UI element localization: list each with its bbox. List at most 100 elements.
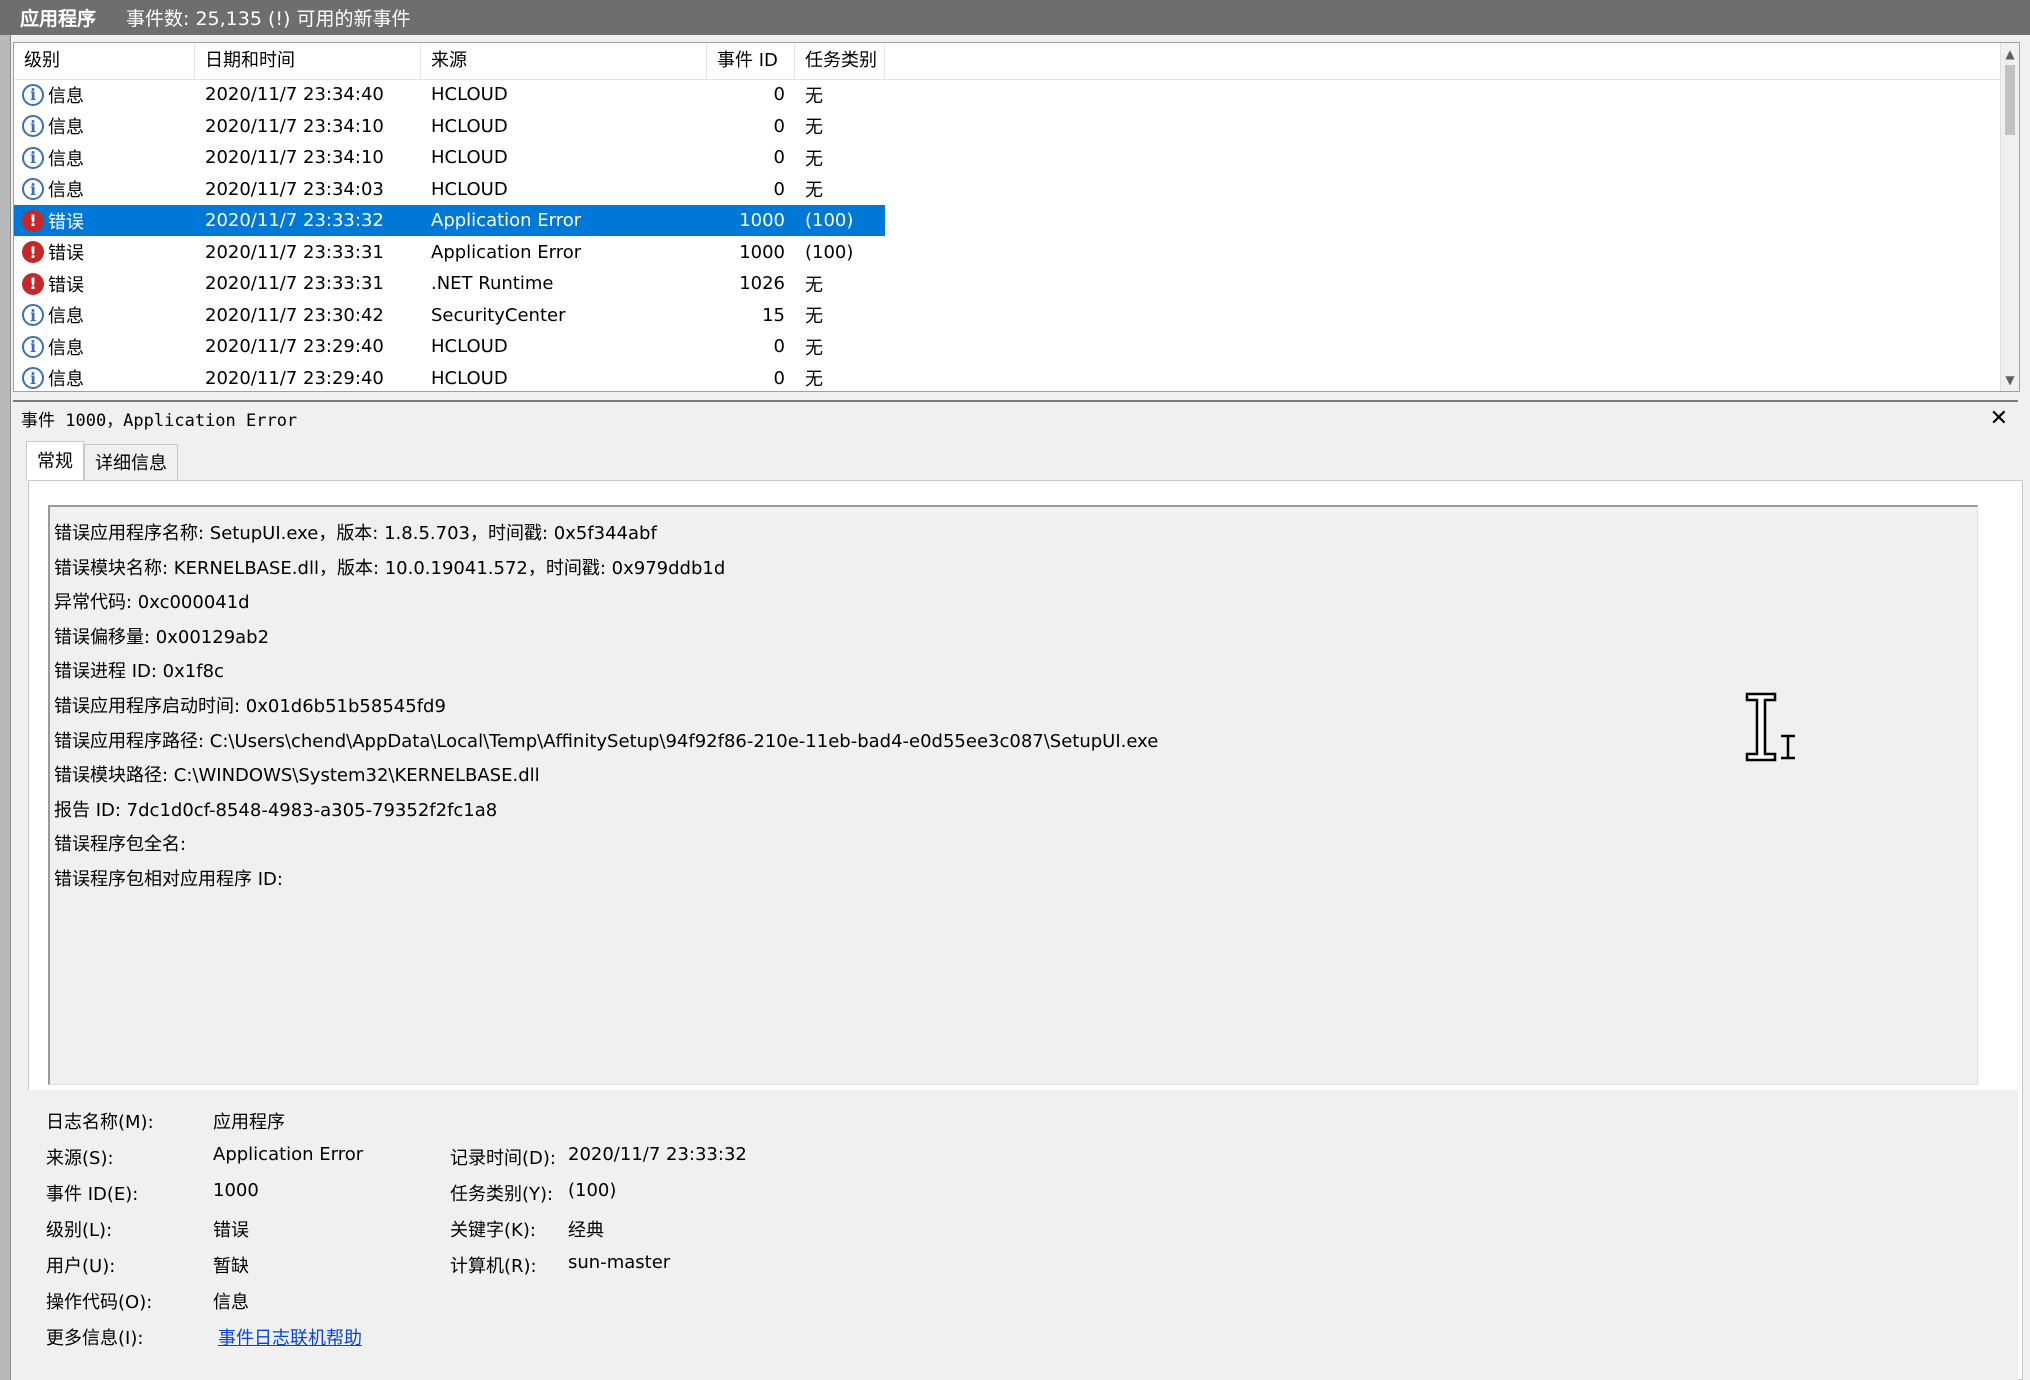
info-icon: i: [22, 178, 44, 200]
description-line: 错误应用程序名称: SetupUI.exe，版本: 1.8.5.703，时间戳:…: [54, 523, 657, 544]
cell-task-category: 无: [805, 306, 823, 327]
tab-general[interactable]: 常规: [26, 441, 84, 481]
table-row[interactable]: i 信息 2020/11/7 23:34:10 HCLOUD 0 无: [14, 142, 885, 173]
event-list-scrollbar[interactable]: ▲ ▼: [2000, 43, 2019, 391]
tab-details[interactable]: 详细信息: [84, 444, 178, 481]
event-properties: 日志名称(M): 应用程序 来源(S): Application Error 记…: [28, 1090, 2018, 1380]
level-text: 信息: [48, 337, 84, 359]
cell-source: HCLOUD: [431, 336, 508, 357]
description-line: 错误进程 ID: 0x1f8c: [54, 661, 224, 683]
opcode-label: 操作代码(O):: [46, 1292, 153, 1313]
level-text: 错误: [48, 211, 84, 233]
cell-task-category: 无: [805, 85, 823, 107]
cell-event-id: 0: [773, 336, 785, 357]
description-line: 报告 ID: 7dc1d0cf-8548-4983-a305-79352f2fc…: [54, 799, 498, 821]
cell-source: HCLOUD: [431, 367, 508, 389]
cell-level: ! 错误: [14, 271, 195, 297]
level-text: 错误: [48, 243, 84, 264]
cell-event-id: 1000: [739, 241, 785, 263]
event-list[interactable]: 级别 日期和时间 来源 事件 ID 任务类别 i 信息 2020/11/7 23:3…: [13, 42, 2020, 392]
cell-level: i 信息: [14, 145, 195, 171]
cell-task-category: 无: [805, 369, 823, 390]
event-detail-title: 事件 1000，Application Error: [21, 410, 298, 431]
cell-task-category: 无: [805, 180, 823, 201]
cell-event-id: 0: [773, 367, 785, 389]
scroll-up-icon[interactable]: ▲: [2001, 45, 2019, 63]
source-value: Application Error: [213, 1144, 364, 1165]
column-task-category[interactable]: 任务类别: [795, 43, 885, 79]
cell-event-id: 1026: [739, 273, 785, 294]
cell-level: i 信息: [14, 334, 195, 360]
table-row[interactable]: ! 错误 2020/11/7 23:33:32 Application Error 10…: [14, 204, 886, 237]
level-label: 级别(L):: [46, 1220, 113, 1241]
column-datetime[interactable]: 日期和时间: [195, 43, 421, 79]
description-line: 错误模块名称: KERNELBASE.dll，版本: 10.0.19041.57…: [54, 557, 726, 579]
cell-event-id: 0: [773, 147, 785, 168]
info-icon: i: [22, 304, 44, 326]
cell-datetime: 2020/11/7 23:29:40: [205, 336, 384, 357]
level-text: 信息: [48, 306, 84, 327]
event-list-header: 级别 日期和时间 来源 事件 ID 任务类别: [14, 43, 2019, 80]
level-value: 错误: [213, 1220, 249, 1241]
text-cursor-icon: [1745, 692, 1795, 762]
table-row[interactable]: i 信息 2020/11/7 23:34:10 HCLOUD 0 无: [14, 111, 885, 142]
cell-event-id: 1000: [739, 210, 785, 231]
keywords-label: 关键字(K):: [450, 1220, 536, 1241]
cell-level: i 信息: [14, 365, 195, 391]
scroll-down-icon[interactable]: ▼: [2001, 371, 2019, 389]
user-value: 暂缺: [213, 1256, 249, 1277]
cell-task-category: 无: [805, 148, 823, 170]
description-line: 错误应用程序路径: C:\Users\chend\AppData\Local\T…: [54, 730, 1159, 752]
level-text: 信息: [48, 85, 84, 107]
info-icon: i: [22, 146, 44, 169]
event-description[interactable]: 错误应用程序名称: SetupUI.exe，版本: 1.8.5.703，时间戳:…: [48, 505, 1978, 1085]
level-text: 错误: [48, 274, 84, 296]
cell-source: Application Error: [431, 210, 582, 231]
info-icon: i: [22, 83, 44, 106]
cell-datetime: 2020/11/7 23:29:40: [205, 367, 384, 389]
error-icon: !: [22, 209, 44, 232]
cell-task-category: 无: [805, 274, 823, 296]
cell-task-category: (100): [805, 210, 854, 231]
cell-source: HCLOUD: [431, 178, 508, 200]
table-row[interactable]: ! 错误 2020/11/7 23:33:31 .NET Runtime 1026 无: [14, 268, 885, 299]
log-name: 应用程序: [20, 8, 97, 30]
description-line: 错误偏移量: 0x00129ab2: [54, 626, 270, 648]
cell-task-category: 无: [805, 337, 823, 359]
description-line: 错误程序包全名:: [54, 834, 187, 856]
table-row[interactable]: i 信息 2020/11/7 23:34:03 HCLOUD 0 无: [14, 174, 885, 205]
more-info-label: 更多信息(I):: [46, 1328, 144, 1349]
level-text: 信息: [48, 180, 84, 201]
cell-level: ! 错误: [14, 239, 195, 265]
more-info-link[interactable]: 事件日志联机帮助: [218, 1324, 362, 1350]
cell-level: i 信息: [14, 302, 195, 328]
table-row[interactable]: i 信息 2020/11/7 23:30:42 SecurityCenter 15 无: [14, 300, 885, 331]
logged-label: 记录时间(D):: [450, 1148, 556, 1169]
description-line: 错误模块路径: C:\WINDOWS\System32\KERNELBASE.d…: [54, 765, 540, 787]
cell-level: i 信息: [14, 82, 195, 108]
info-icon: i: [22, 115, 44, 137]
table-row[interactable]: i 信息 2020/11/7 23:34:40 HCLOUD 0 无: [14, 79, 885, 110]
detail-tabs: 常规 详细信息: [26, 441, 178, 481]
close-icon[interactable]: ✕: [1990, 402, 2008, 436]
column-source[interactable]: 来源: [421, 43, 707, 79]
cell-datetime: 2020/11/7 23:34:40: [205, 84, 384, 105]
column-event-id[interactable]: 事件 ID: [707, 43, 795, 79]
table-row[interactable]: i 信息 2020/11/7 23:29:40 HCLOUD 0 无: [14, 363, 885, 392]
level-text: 信息: [48, 369, 84, 390]
cell-source: HCLOUD: [431, 115, 508, 137]
cell-event-id: 0: [773, 178, 785, 200]
cell-source: Application Error: [431, 241, 582, 263]
table-row[interactable]: i 信息 2020/11/7 23:29:40 HCLOUD 0 无: [14, 331, 885, 362]
description-line: 异常代码: 0xc000041d: [54, 592, 250, 614]
computer-label: 计算机(R):: [450, 1256, 537, 1277]
cell-datetime: 2020/11/7 23:33:31: [205, 241, 384, 263]
table-row[interactable]: ! 错误 2020/11/7 23:33:31 Application Error 10…: [14, 237, 885, 268]
scroll-thumb[interactable]: [2005, 65, 2015, 135]
error-icon: !: [22, 272, 44, 295]
cell-datetime: 2020/11/7 23:34:03: [205, 178, 384, 200]
cell-level: ! 错误: [14, 208, 195, 234]
event-count: 事件数: 25,135 (!) 可用的新事件: [126, 8, 411, 30]
description-line: 错误应用程序启动时间: 0x01d6b51b58545fd9: [54, 695, 446, 717]
column-level[interactable]: 级别: [14, 43, 195, 79]
